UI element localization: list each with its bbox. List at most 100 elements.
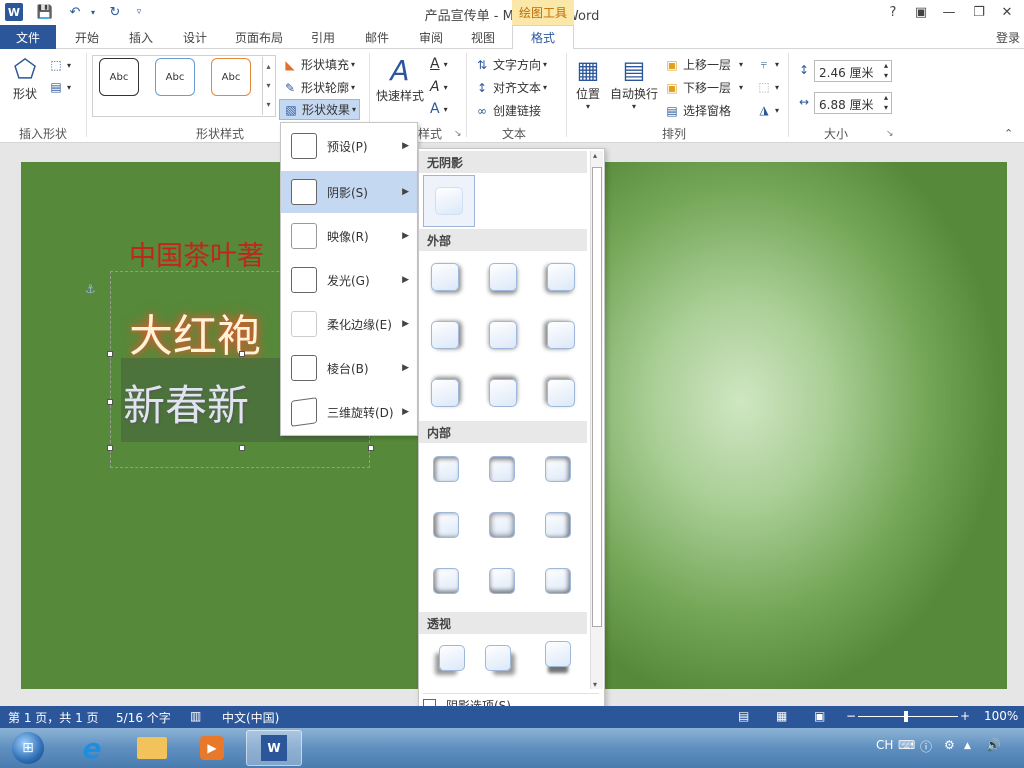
scroll-up-icon[interactable]: ▴ — [593, 151, 597, 160]
group-objects-icon[interactable]: ⬚ ▾ — [756, 79, 779, 95]
shapes-button[interactable]: ⬠ 形状 — [8, 55, 42, 102]
tab-view[interactable]: 视图 — [460, 25, 506, 49]
outer-shadow-option[interactable] — [431, 321, 459, 349]
quick-styles-button[interactable]: A 快速样式 — [374, 55, 426, 104]
resize-handle[interactable] — [107, 351, 113, 357]
effect-3d-rotation[interactable]: 三维旋转(D) ▶ — [281, 391, 417, 433]
no-shadow-option[interactable] — [423, 175, 475, 227]
show-hidden-icons-icon[interactable]: ▲ — [964, 741, 971, 751]
tab-insert[interactable]: 插入 — [118, 25, 164, 49]
print-layout-icon[interactable]: ▦ — [776, 709, 787, 723]
shape-height-input[interactable]: 2.46 厘米 ▴ ▾ — [814, 60, 892, 82]
zoom-out-icon[interactable]: − — [846, 709, 856, 723]
create-link-button[interactable]: ∞ 创建链接 — [474, 102, 541, 119]
tab-design[interactable]: 设计 — [172, 25, 218, 49]
inner-shadow-option[interactable] — [489, 568, 515, 594]
undo-dropdown-icon[interactable]: ▾ — [84, 3, 102, 21]
outer-shadow-option[interactable] — [489, 263, 517, 291]
taskbar-internet-explorer[interactable]: e — [64, 730, 120, 766]
proofing-icon[interactable]: ▥ — [190, 709, 201, 723]
gallery-scroll-icon[interactable]: ▴ ▾ ▾ — [262, 57, 274, 115]
tab-references[interactable]: 引用 — [300, 25, 346, 49]
inner-shadow-option[interactable] — [489, 456, 515, 482]
scroll-down-icon[interactable]: ▾ — [593, 680, 597, 689]
dialog-launcher-icon[interactable]: ↘ — [454, 129, 462, 139]
inner-shadow-option[interactable] — [433, 456, 459, 482]
tab-format[interactable]: 格式 — [512, 25, 574, 50]
outer-shadow-option[interactable] — [489, 321, 517, 349]
effect-preset[interactable]: 预设(P) ▶ — [281, 125, 417, 167]
tab-page-layout[interactable]: 页面布局 — [228, 25, 290, 49]
customize-qat-icon[interactable]: ▿ — [130, 3, 148, 21]
shape-fill-button[interactable]: ◣ 形状填充 ▾ — [282, 56, 355, 73]
redo-icon[interactable]: ↻ — [106, 3, 124, 21]
zoom-level[interactable]: 100% — [984, 709, 1018, 723]
inner-shadow-option[interactable] — [489, 512, 515, 538]
page-count[interactable]: 第 1 页，共 1 页 — [8, 709, 99, 726]
resize-handle[interactable] — [239, 351, 245, 357]
read-mode-icon[interactable]: ▤ — [738, 709, 749, 723]
outer-shadow-option[interactable] — [431, 379, 459, 407]
taskbar-media-player[interactable]: ▶ — [184, 730, 240, 766]
shape-style-sample-2[interactable]: Abc — [155, 58, 195, 96]
effect-bevel[interactable]: 棱台(B) ▶ — [281, 347, 417, 389]
word-count[interactable]: 5/16 个字 — [116, 709, 171, 726]
outer-shadow-option[interactable] — [547, 379, 575, 407]
shape-style-sample-1[interactable]: Abc — [99, 58, 139, 96]
tab-mailings[interactable]: 邮件 — [354, 25, 400, 49]
ime-indicator[interactable]: CH — [876, 738, 893, 752]
shape-outline-button[interactable]: ✎ 形状轮廓 ▾ — [282, 79, 355, 96]
resize-handle[interactable] — [107, 445, 113, 451]
ribbon-display-options-icon[interactable]: ▣ — [908, 2, 934, 22]
effect-shadow[interactable]: 阴影(S) ▶ — [281, 171, 417, 213]
scroll-thumb[interactable] — [592, 167, 602, 627]
undo-icon[interactable]: ↶ — [66, 3, 84, 21]
tab-review[interactable]: 审阅 — [408, 25, 454, 49]
align-text-button[interactable]: ↕ 对齐文本 ▾ — [474, 79, 547, 96]
align-icon[interactable]: ⫧ ▾ — [756, 56, 779, 72]
inner-shadow-option[interactable] — [545, 512, 571, 538]
minimize-icon[interactable]: — — [936, 2, 962, 22]
inner-shadow-option[interactable] — [545, 456, 571, 482]
perspective-shadow-option[interactable] — [439, 645, 465, 671]
shadow-gallery-scrollbar[interactable]: ▴ ▾ — [590, 151, 603, 689]
language[interactable]: 中文(中国) — [222, 709, 279, 726]
inner-shadow-option[interactable] — [545, 568, 571, 594]
perspective-shadow-option[interactable] — [485, 645, 511, 671]
position-button[interactable]: ▦ 位置 ▾ — [572, 55, 604, 111]
shape-effects-button[interactable]: ▧ 形状效果 ▾ — [279, 99, 361, 120]
selection-pane-button[interactable]: ▤ 选择窗格 — [664, 102, 731, 119]
heading-tea-text[interactable]: 中国茶叶著 — [129, 234, 264, 273]
outer-shadow-option[interactable] — [547, 263, 575, 291]
text-outline-icon[interactable]: A ▾ — [430, 79, 448, 95]
taskbar-file-explorer[interactable] — [124, 730, 180, 766]
tab-file[interactable]: 文件 — [0, 25, 56, 49]
volume-icon[interactable]: 🔊 — [986, 738, 1001, 752]
taskbar-word[interactable]: W — [246, 730, 302, 766]
save-icon[interactable]: 💾 — [36, 3, 54, 21]
zoom-slider[interactable] — [858, 716, 958, 717]
text-box-icon[interactable]: ▤ ▾ — [48, 79, 71, 95]
effect-soft-edges[interactable]: 柔化边缘(E) ▶ — [281, 303, 417, 345]
effect-reflection[interactable]: 映像(R) ▶ — [281, 215, 417, 257]
word-logo-icon[interactable]: W — [5, 3, 23, 21]
anchor-icon[interactable]: ⚓ — [85, 282, 96, 296]
resize-handle[interactable] — [239, 445, 245, 451]
size-dialog-launcher-icon[interactable]: ↘ — [886, 129, 894, 139]
tab-home[interactable]: 开始 — [64, 25, 110, 49]
text-effects-icon[interactable]: A ▾ — [430, 101, 448, 117]
sign-in-link[interactable]: 登录 — [996, 29, 1020, 46]
start-button[interactable]: ⊞ — [0, 730, 56, 766]
restore-icon[interactable]: ❐ — [966, 2, 992, 22]
zoom-slider-thumb[interactable] — [904, 711, 908, 722]
resize-handle[interactable] — [368, 445, 374, 451]
web-layout-icon[interactable]: ▣ — [814, 709, 825, 723]
effect-glow[interactable]: 发光(G) ▶ — [281, 259, 417, 301]
settings-tray-icon[interactable]: ⚙ — [944, 738, 955, 752]
text-direction-button[interactable]: ⇅ 文字方向 ▾ — [474, 56, 547, 73]
perspective-shadow-option[interactable] — [545, 641, 571, 667]
outer-shadow-option[interactable] — [547, 321, 575, 349]
outer-shadow-option[interactable] — [431, 263, 459, 291]
outer-shadow-option[interactable] — [489, 379, 517, 407]
inner-shadow-option[interactable] — [433, 568, 459, 594]
